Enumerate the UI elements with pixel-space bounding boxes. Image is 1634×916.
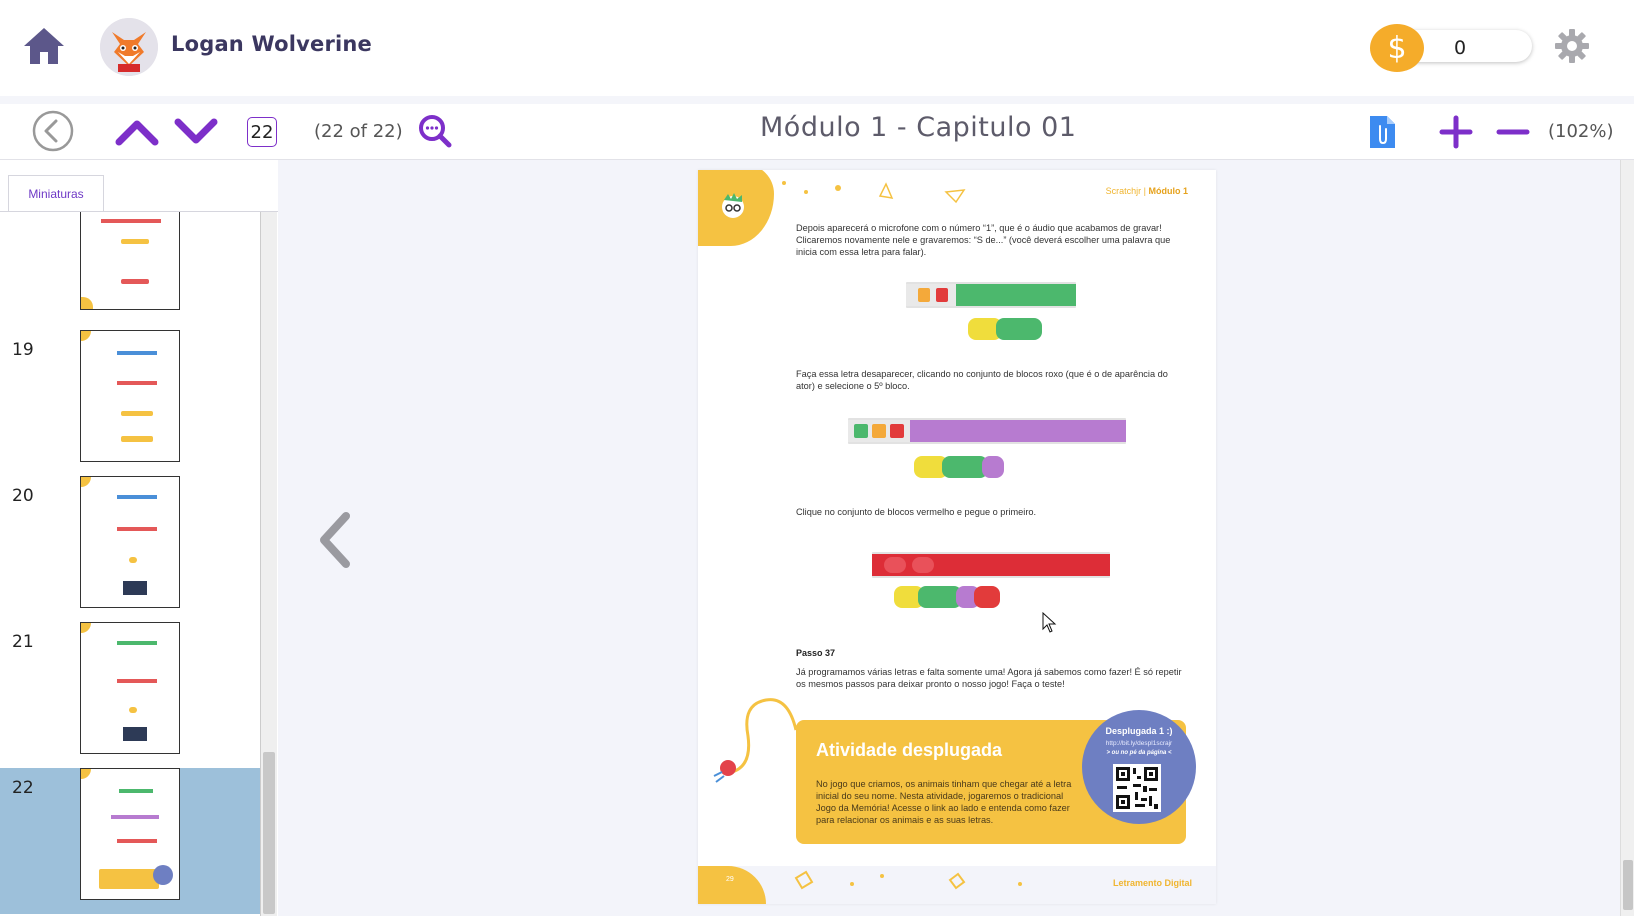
minus-icon [1496, 129, 1530, 135]
purple-blocks-bar [848, 418, 1126, 444]
puzzle-block [996, 318, 1042, 340]
bubble-title: Desplugada 1 :) [1105, 726, 1173, 736]
speech-bubble: Desplugada 1 :) http://bit.ly/despl1scra… [1082, 710, 1196, 824]
footer-text: Letramento Digital [1112, 878, 1192, 888]
thumbnail-image [80, 622, 180, 754]
activity-text: No jogo que criamos, os animais tinham q… [816, 779, 1072, 825]
header-divider [0, 96, 1634, 104]
puzzle-block [982, 456, 1004, 478]
page-header-text: Scratchjr | Módulo 1 [1105, 186, 1188, 196]
coin-counter: 0 $ [1370, 24, 1532, 72]
step-label: Passo 37 [796, 648, 836, 658]
chevron-left-icon [320, 512, 350, 568]
puzzle-block [974, 586, 1000, 608]
thumbnail-image [80, 476, 180, 608]
paragraph: Clique no conjunto de blocos vermelho e … [796, 507, 1037, 517]
viewer-scrollbar[interactable] [1620, 160, 1634, 916]
app-header: Logan Wolverine 0 $ [0, 0, 1634, 96]
decoration-shapes [782, 181, 966, 204]
document-title: Módulo 1 - Capitulo 01 [760, 112, 1077, 143]
attachment-icon [1370, 116, 1395, 148]
paragraph: Já programamos várias letras e falta som… [796, 667, 1182, 689]
qr-code-icon [1113, 764, 1161, 812]
bubble-link[interactable]: http://bit.ly/despl1scrajr [1082, 740, 1196, 747]
pdf-page: Scratchjr | Módulo 1 Depois aparecerá o … [698, 170, 1216, 904]
red-blocks-bar [872, 552, 1110, 578]
thumbnail-image [80, 330, 180, 462]
thumbnail-sidebar: Miniaturas 19 20 21 22 [0, 160, 278, 916]
character-icon [722, 193, 744, 218]
tab-thumbnails[interactable]: Miniaturas [8, 175, 104, 211]
zoom-out-button[interactable] [1493, 112, 1533, 152]
coin-icon: $ [1370, 24, 1424, 72]
paragraph: Depois aparecerá o microfone com o númer… [796, 223, 1171, 257]
search-icon [419, 115, 452, 148]
chevron-down-icon [174, 118, 218, 144]
thumbnail-list[interactable]: 19 20 21 22 [0, 212, 260, 916]
footer-shapes [794, 870, 1022, 890]
back-button[interactable] [32, 110, 74, 152]
home-button[interactable] [22, 26, 66, 66]
thumbnail-image [80, 212, 180, 310]
page-number: 29 [726, 876, 734, 883]
thumbnail-item-20[interactable]: 20 [0, 476, 260, 622]
plug-cable-icon [713, 698, 798, 783]
plus-icon [1439, 115, 1473, 149]
fox-avatar-icon [100, 18, 158, 76]
thumbnail-number: 19 [12, 340, 34, 360]
chevron-up-icon [115, 120, 159, 146]
avatar[interactable] [100, 18, 158, 76]
zoom-level: (102%) [1548, 121, 1614, 142]
settings-button[interactable] [1554, 28, 1590, 64]
pdf-toolbar: 22 (22 of 22) Módulo 1 - Capitulo 01 (10… [0, 104, 1634, 160]
bubble-subtitle: > ou no pé da página < [1106, 750, 1172, 756]
thumbnail-number: 21 [12, 632, 34, 652]
sidebar-scrollbar[interactable] [260, 212, 277, 916]
home-icon [24, 28, 64, 64]
page-header: Scratchjr | Módulo 1 [698, 170, 1216, 246]
gear-icon [1555, 29, 1589, 63]
thumbnail-item-18[interactable] [0, 212, 260, 324]
activity-title: Atividade desplugada [816, 740, 1003, 760]
thumbnail-image [80, 768, 180, 900]
thumbnail-item-21[interactable]: 21 [0, 622, 260, 768]
mouse-cursor-icon [1042, 612, 1057, 633]
attachment-button[interactable] [1367, 114, 1397, 150]
next-page-button[interactable] [174, 114, 218, 150]
green-blocks-bar [906, 282, 1076, 308]
coin-value: 0 [1454, 37, 1467, 59]
page-count: (22 of 22) [314, 121, 403, 142]
page-footer: 29 Letramento Digital [698, 866, 1216, 904]
viewer-scrollbar-thumb[interactable] [1623, 860, 1633, 910]
thumbnail-item-22[interactable]: 22 [0, 768, 260, 914]
sidebar-scrollbar-thumb[interactable] [263, 752, 275, 914]
thumbnail-number: 20 [12, 486, 34, 506]
previous-page-arrow[interactable] [316, 512, 356, 568]
thumbnail-item-19[interactable]: 19 [0, 330, 260, 476]
page-number-input[interactable]: 22 [247, 117, 277, 147]
zoom-in-button[interactable] [1436, 112, 1476, 152]
search-button[interactable] [416, 112, 454, 150]
thumbnail-number: 22 [12, 778, 34, 798]
user-name: Logan Wolverine [171, 32, 372, 56]
paragraph: Faça essa letra desaparecer, clicando no… [796, 369, 1168, 391]
document-viewer: Scratchjr | Módulo 1 Depois aparecerá o … [278, 160, 1620, 916]
footer-decoration: 29 [698, 866, 766, 904]
previous-page-button[interactable] [115, 114, 159, 150]
circle-back-icon [32, 110, 74, 152]
